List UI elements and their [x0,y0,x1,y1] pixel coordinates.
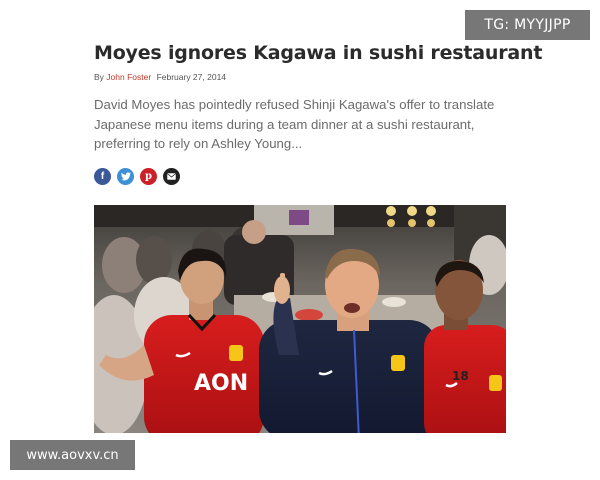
byline: By John Foster February 27, 2014 [94,71,506,83]
email-share-button[interactable] [163,167,180,185]
publish-date: February 27, 2014 [156,72,227,82]
site-watermark: www.aovxv.cn [10,440,135,470]
share-buttons: f p [94,167,506,185]
article-title[interactable]: Moyes ignores Kagawa in sushi restaurant [94,38,542,68]
author-link[interactable]: John Foster [106,72,151,82]
byline-prefix: By [94,72,104,82]
pinterest-share-button[interactable]: p [140,167,157,185]
article-photo[interactable]: AON 18 [94,205,506,433]
telegram-watermark: TG: MYYJJPP [465,10,590,40]
jersey-number-text: 18 [452,369,469,383]
twitter-icon [120,171,131,180]
facebook-share-button[interactable]: f [94,167,111,185]
article: Moyes ignores Kagawa in sushi restaurant… [94,38,542,185]
email-icon [167,172,176,180]
jersey-sponsor-text: AON [194,371,248,396]
press-photo-illustration: AON 18 [94,205,506,433]
twitter-share-button[interactable] [117,167,134,185]
facebook-icon: f [100,170,105,182]
pinterest-icon: p [145,170,152,182]
article-summary: David Moyes has pointedly refused Shinji… [94,97,495,151]
